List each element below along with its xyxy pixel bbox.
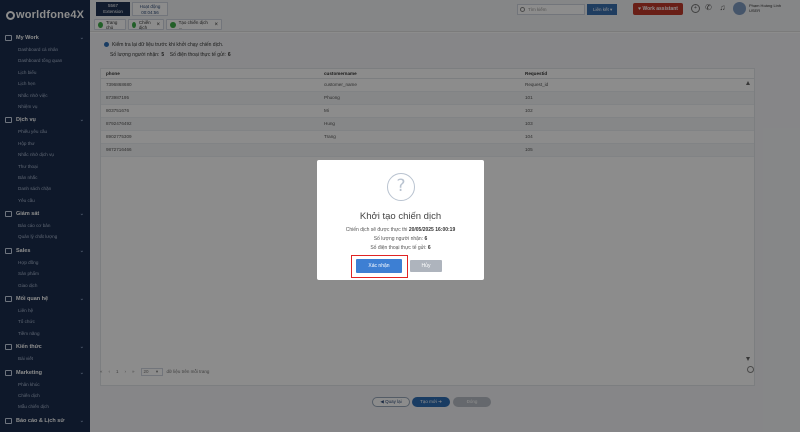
dialog-schedule-line: Chiến dịch sẽ được thực thi 20/05/2025 1… bbox=[317, 227, 484, 233]
valid-phones-value: 6 bbox=[427, 245, 431, 251]
valid-phones-label: Số điện thoại thực tế gửi: bbox=[370, 245, 427, 251]
confirm-campaign-dialog: ? Khởi tạo chiến dịch Chiến dịch sẽ được… bbox=[317, 160, 484, 280]
schedule-datetime: 20/05/2025 16:00:19 bbox=[408, 227, 456, 233]
cancel-button[interactable]: Hủy bbox=[410, 260, 442, 272]
dialog-title: Khởi tạo chiến dịch bbox=[359, 211, 442, 222]
dialog-recipients-line: Số lượng người nhận: 6 bbox=[317, 236, 484, 242]
recipients-value: 6 bbox=[424, 236, 428, 242]
schedule-prefix: Chiến dịch sẽ được thực thi bbox=[345, 227, 408, 233]
question-icon: ? bbox=[387, 173, 415, 201]
dialog-phones-line: Số điện thoại thực tế gửi: 6 bbox=[317, 245, 484, 251]
recipients-label: Số lượng người nhận: bbox=[373, 236, 424, 242]
confirm-button[interactable]: Xác nhận bbox=[356, 259, 402, 273]
